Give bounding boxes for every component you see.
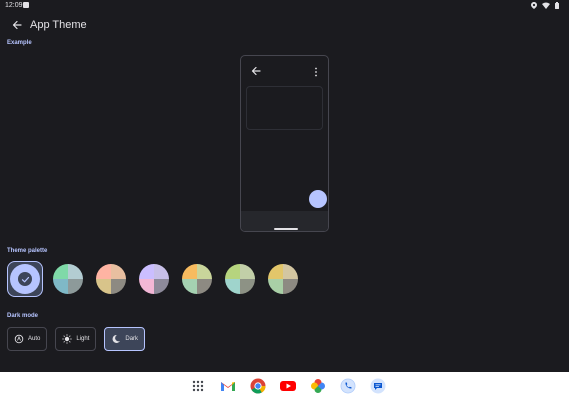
swatch-circle <box>139 264 169 294</box>
swatch-circle <box>53 264 83 294</box>
palette-row <box>7 261 301 297</box>
check-icon <box>18 272 32 286</box>
status-time: 12:09 <box>5 2 23 9</box>
dark-mode-label: Dark mode <box>7 313 39 319</box>
mode-auto-button[interactable]: Auto <box>7 327 48 351</box>
phone-icon[interactable] <box>339 377 357 395</box>
swatch-circle <box>225 264 255 294</box>
status-bar: 12:09 <box>0 0 569 12</box>
photos-icon[interactable] <box>309 377 327 395</box>
swatch-circle <box>96 264 126 294</box>
app-drawer-icon[interactable] <box>189 377 207 395</box>
mode-dark-button[interactable]: Dark <box>104 327 146 351</box>
notification-icon <box>23 2 29 8</box>
mode-auto-label: Auto <box>28 336 41 342</box>
mode-light-button[interactable]: Light <box>55 327 97 351</box>
location-icon <box>531 2 537 11</box>
auto-brightness-icon <box>14 334 24 344</box>
palette-swatch-lime[interactable] <box>222 261 258 297</box>
more-vert-icon <box>315 67 317 77</box>
palette-swatch-salmon[interactable] <box>93 261 129 297</box>
status-icons <box>531 2 559 11</box>
palette-swatch-blue[interactable] <box>7 261 43 297</box>
mode-dark-label: Dark <box>125 336 139 342</box>
mode-light-label: Light <box>76 336 90 342</box>
theme-preview <box>240 55 329 232</box>
palette-swatch-gold[interactable] <box>265 261 301 297</box>
page-title: App Theme <box>30 19 87 31</box>
swatch-circle <box>268 264 298 294</box>
back-arrow-icon <box>12 20 22 30</box>
moon-icon <box>111 334 121 344</box>
chrome-icon[interactable] <box>249 377 267 395</box>
preview-card <box>246 86 323 130</box>
wifi-icon <box>542 2 550 11</box>
gmail-icon[interactable] <box>219 377 237 395</box>
taskbar <box>0 372 569 400</box>
back-button[interactable] <box>8 16 26 34</box>
app-bar: App Theme <box>0 14 569 36</box>
taskbar-apps <box>189 377 387 395</box>
palette-swatch-orange[interactable] <box>179 261 215 297</box>
palette-swatch-green[interactable] <box>50 261 86 297</box>
preview-navbar <box>241 211 328 231</box>
swatch-circle <box>182 264 212 294</box>
sun-icon <box>62 334 73 344</box>
theme-palette-label: Theme palette <box>7 248 48 254</box>
messages-icon[interactable] <box>369 377 387 395</box>
youtube-icon[interactable] <box>279 377 297 395</box>
battery-icon <box>555 2 559 11</box>
swatch-circle <box>10 264 40 294</box>
preview-fab <box>309 190 327 208</box>
dark-mode-options: Auto Light Dark <box>7 327 146 351</box>
palette-swatch-lavender[interactable] <box>136 261 172 297</box>
example-label: Example <box>7 40 32 46</box>
back-arrow-icon <box>251 66 261 76</box>
preview-gesture-handle <box>274 228 298 230</box>
